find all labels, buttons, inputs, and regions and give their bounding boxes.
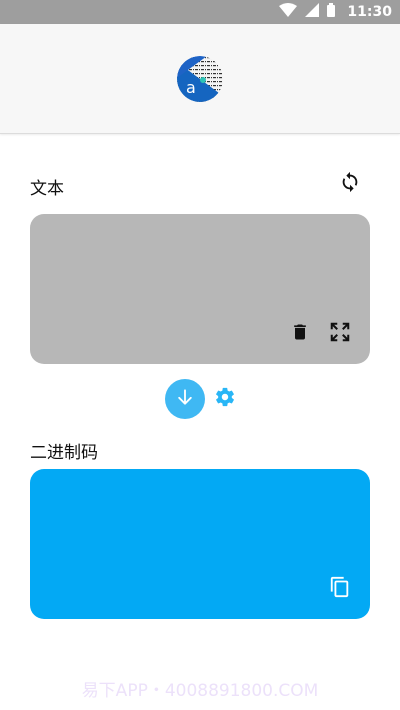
trash-icon [290, 321, 310, 347]
binary-section-title: 二进制码 [30, 443, 98, 463]
copy-icon [329, 576, 351, 602]
battery-icon [327, 3, 336, 21]
text-input-panel [30, 214, 370, 364]
settings-button[interactable] [213, 387, 237, 411]
binary-output-panel [30, 469, 370, 619]
text-input[interactable] [30, 214, 370, 364]
text-section-title: 文本 [30, 179, 64, 199]
arrow-down-icon [175, 387, 195, 411]
wifi-icon [279, 3, 298, 21]
fullscreen-button[interactable] [328, 322, 352, 346]
status-time: 11:30 [347, 4, 392, 20]
app-header: a [0, 24, 400, 134]
status-bar: 11:30 [0, 0, 400, 24]
watermark: 易下APP・4008891800.COM [81, 681, 319, 701]
gear-icon [214, 386, 236, 412]
signal-icon [305, 3, 320, 21]
status-icons: 11:30 [279, 0, 392, 24]
fullscreen-icon [329, 321, 351, 347]
delete-button[interactable] [288, 322, 312, 346]
convert-button[interactable] [165, 379, 205, 419]
svg-text:a: a [186, 78, 196, 97]
app-logo: a [177, 56, 223, 102]
refresh-button[interactable] [336, 170, 364, 198]
copy-button[interactable] [328, 576, 352, 602]
refresh-icon [339, 171, 361, 197]
